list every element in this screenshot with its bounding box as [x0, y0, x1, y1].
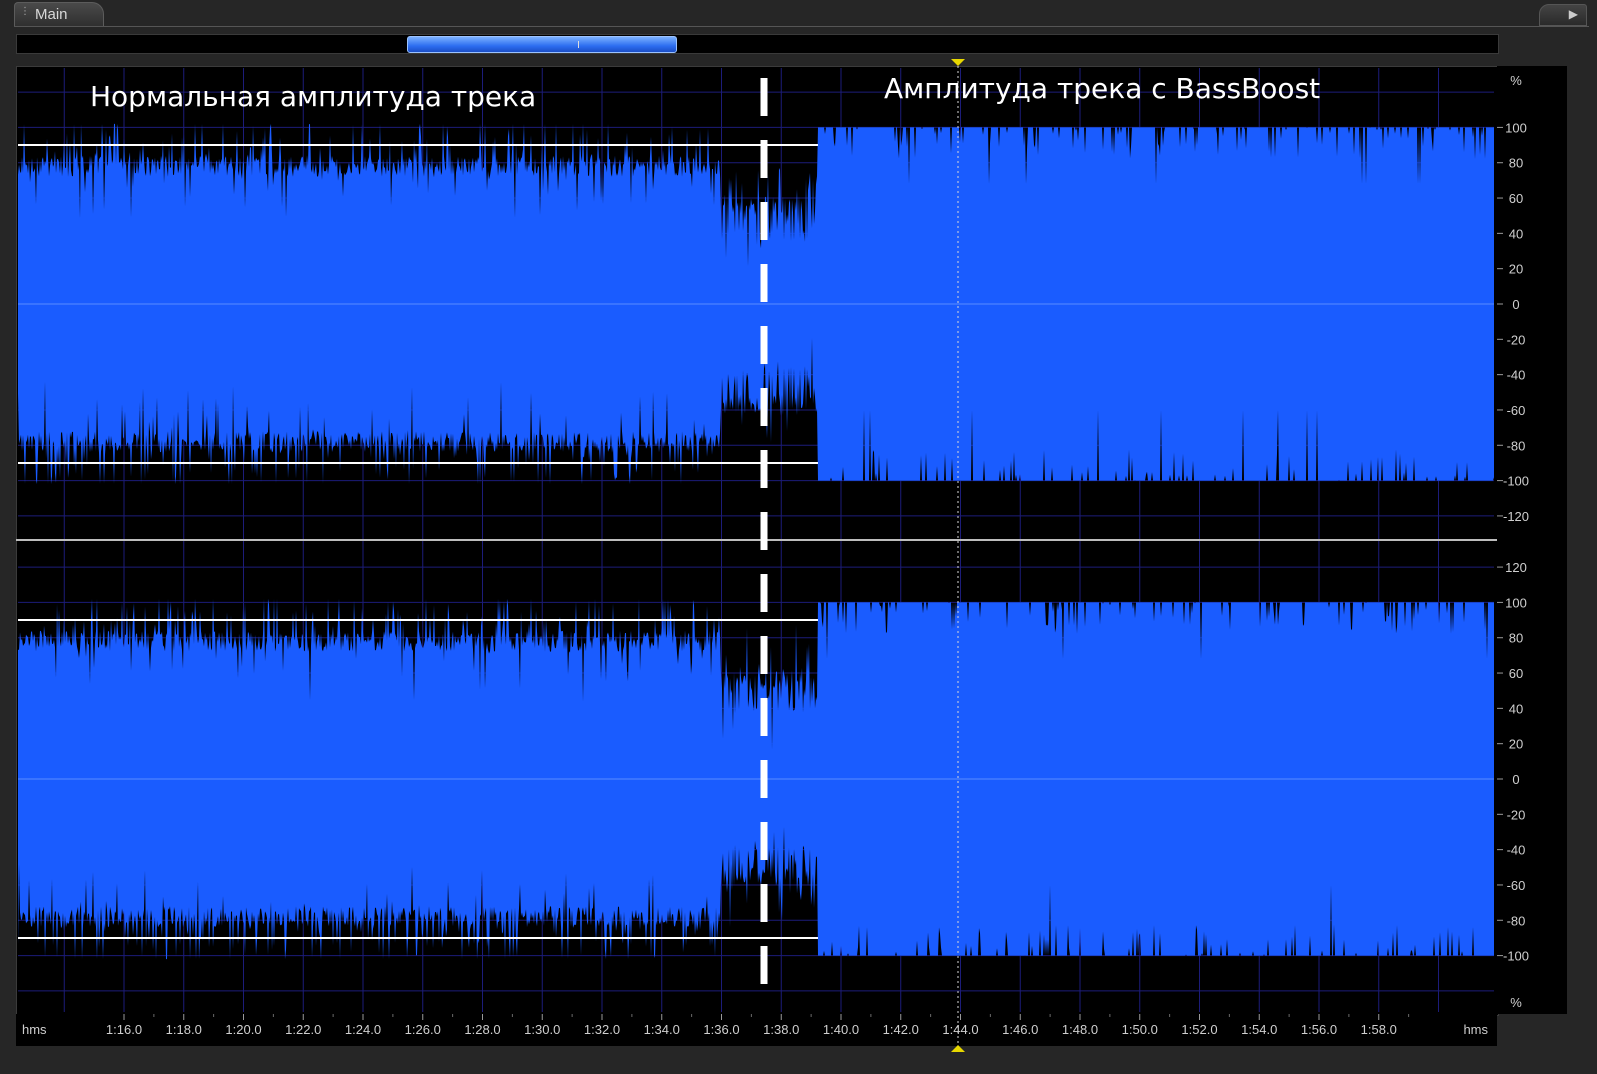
time-tick-label: 1:44.0: [942, 1022, 978, 1037]
time-tick-label: 1:18.0: [166, 1022, 202, 1037]
ruler-tick-label: -60: [1507, 878, 1526, 893]
ruler-tick-label: -100: [1503, 949, 1529, 964]
ruler-tick-label: -40: [1507, 843, 1526, 858]
amplitude-ruler-ticks: % 100 80 60 40 20 0 -20 -40 -60 -80 -100 -120 120 100 8…: [1497, 73, 1529, 1010]
ruler-tick-label: 80: [1509, 631, 1523, 646]
ruler-tick-label: 100: [1505, 595, 1527, 610]
ruler-tick-label: 100: [1505, 120, 1527, 135]
time-tick-label: 1:26.0: [405, 1022, 441, 1037]
ruler-tick-label: -20: [1507, 807, 1526, 822]
normal-amplitude-label: Нормальная амплитуда трека: [90, 80, 537, 113]
ruler-tick-label: 60: [1509, 191, 1523, 206]
time-tick-label: 1:50.0: [1122, 1022, 1158, 1037]
bassboost-amplitude-label: Амплитуда трека с BassBoost: [884, 72, 1321, 105]
cursor-bottom-marker-icon: [951, 1045, 965, 1052]
time-tick-label: 1:32.0: [584, 1022, 620, 1037]
ruler-tick-label: 40: [1509, 226, 1523, 241]
time-tick-label: 1:36.0: [703, 1022, 739, 1037]
ruler-tick-label: -100: [1503, 474, 1529, 489]
time-unit-right: hms: [1463, 1022, 1488, 1037]
time-tick-label: 1:52.0: [1181, 1022, 1217, 1037]
ruler-tick-label: 0: [1512, 772, 1519, 787]
ruler-tick-label: 60: [1509, 666, 1523, 681]
channel-1: [18, 123, 1494, 485]
time-tick-label: 1:42.0: [883, 1022, 919, 1037]
ruler-unit-top: %: [1510, 73, 1522, 88]
ruler-tick-label: 120: [1505, 560, 1527, 575]
time-tick-label: 1:24.0: [345, 1022, 381, 1037]
time-tick-label: 1:34.0: [644, 1022, 680, 1037]
ruler-tick-label: 0: [1512, 297, 1519, 312]
ruler-unit-bottom: %: [1510, 995, 1522, 1010]
editor-window: ⋮ Main ▶ % 100 80 60 40 20 0 -20 -40 -60 -80 -100 -1…: [0, 0, 1597, 1074]
ruler-tick-label: -40: [1507, 368, 1526, 383]
ruler-tick-label: 20: [1509, 737, 1523, 752]
ruler-tick-label: -60: [1507, 403, 1526, 418]
time-tick-label: 1:40.0: [823, 1022, 859, 1037]
ruler-tick-label: -20: [1507, 332, 1526, 347]
time-tick-label: 1:54.0: [1241, 1022, 1277, 1037]
time-tick-label: 1:20.0: [225, 1022, 261, 1037]
ruler-tick-label: -80: [1507, 913, 1526, 928]
time-ruler-ticks: hms hms 1:16.0 1:18.0 1:20.0 1:22.0 1:24.0 1:26…: [22, 1014, 1488, 1037]
cursor-top-marker-icon: [951, 59, 965, 66]
ruler-tick-label: -80: [1507, 438, 1526, 453]
ruler-tick-label: -120: [1503, 509, 1529, 524]
time-tick-label: 1:46.0: [1002, 1022, 1038, 1037]
time-tick-label: 1:48.0: [1062, 1022, 1098, 1037]
waveform-channels: [18, 123, 1494, 960]
time-tick-label: 1:16.0: [106, 1022, 142, 1037]
time-tick-label: 1:58.0: [1361, 1022, 1397, 1037]
time-unit-left: hms: [22, 1022, 47, 1037]
time-tick-label: 1:56.0: [1301, 1022, 1337, 1037]
time-tick-label: 1:30.0: [524, 1022, 560, 1037]
ruler-tick-label: 20: [1509, 262, 1523, 277]
ruler-tick-label: 80: [1509, 156, 1523, 171]
ruler-tick-label: 40: [1509, 701, 1523, 716]
channel-2: [18, 598, 1494, 960]
time-tick-label: 1:22.0: [285, 1022, 321, 1037]
time-tick-label: 1:38.0: [763, 1022, 799, 1037]
waveform-canvas[interactable]: % 100 80 60 40 20 0 -20 -40 -60 -80 -100 -120 120 100 8…: [0, 0, 1597, 1074]
time-tick-label: 1:28.0: [464, 1022, 500, 1037]
